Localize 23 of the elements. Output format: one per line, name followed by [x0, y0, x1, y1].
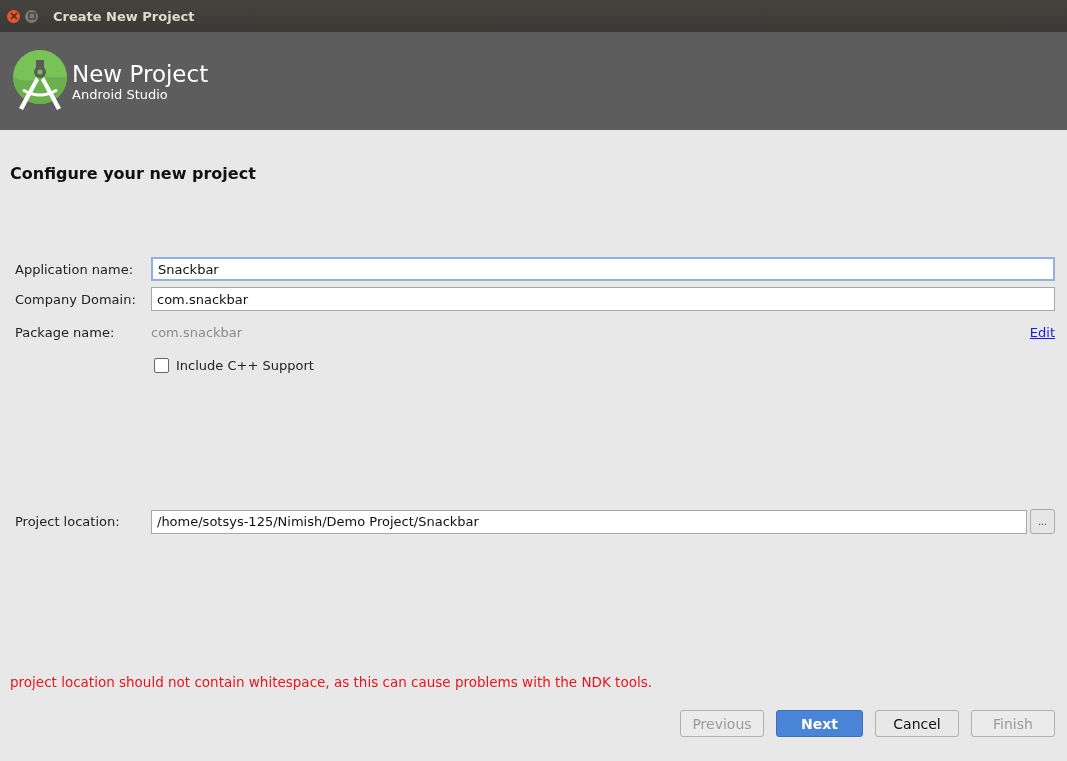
window-title: Create New Project: [53, 8, 195, 24]
field-label: Company Domain:: [15, 291, 137, 307]
wizard-button[interactable]: Cancel: [875, 710, 959, 737]
wizard-button: Finish: [971, 710, 1055, 737]
wizard-button[interactable]: Next: [776, 710, 863, 737]
browse-button[interactable]: ...: [1030, 509, 1055, 534]
wizard-button: Previous: [680, 710, 764, 737]
maximize-icon[interactable]: [25, 9, 38, 23]
project-location-field[interactable]: /home/sotsys-125/Nimish/Demo Project/Snackbar: [151, 509, 1027, 534]
field-label: Project location:: [15, 514, 121, 529]
text-field[interactable]: com.snackbar: [151, 287, 1055, 311]
compass-logo-icon: [13, 50, 67, 112]
product-subtitle: Android Studio: [72, 86, 168, 102]
field-label: Package name:: [15, 324, 116, 340]
text-field[interactable]: Snackbar: [151, 257, 1055, 281]
page-heading: Configure your new project: [10, 164, 257, 183]
package-name-value: com.snackbar: [151, 324, 244, 340]
edit-link[interactable]: Edit: [1029, 324, 1055, 340]
error-message: project location should not contain whitespace, as this can cause problems with the NDK tools.: [10, 674, 653, 690]
field-label: Application name:: [15, 261, 134, 277]
close-icon[interactable]: [7, 9, 20, 23]
product-title: New Project: [72, 60, 209, 87]
include-cpp-checkbox[interactable]: Include C++ Support: [154, 357, 314, 373]
